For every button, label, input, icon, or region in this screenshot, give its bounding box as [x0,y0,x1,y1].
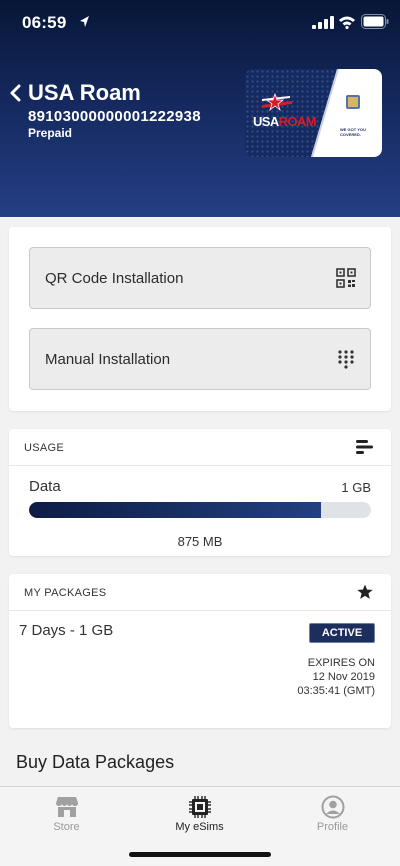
qr-install-label: QR Code Installation [45,270,184,287]
card-logo-usa: USA [253,114,279,129]
usa-roam-logo-icon [262,93,292,112]
usage-chart-icon[interactable] [356,439,374,455]
package-status-badge: ACTIVE [309,623,375,643]
esim-plan-type: Prepaid [28,126,73,140]
battery-icon [361,14,389,29]
usage-progress-fill [29,502,322,518]
usage-title: USAGE [24,442,65,454]
usage-total: 1 GB [341,480,371,495]
tab-profile-label: Profile [316,821,349,833]
usage-progress-bar [29,502,371,518]
status-time: 06:59 [22,13,67,32]
status-bar: 06:59 [0,0,400,46]
tab-store[interactable]: Store [0,787,133,837]
installation-panel: QR Code Installation Manual Installation [9,227,391,411]
profile-icon [321,795,345,819]
manual-installation-button[interactable]: Manual Installation [29,328,371,390]
card-logo-text: USAROAM [253,114,317,129]
usage-panel-header: USAGE [9,429,391,466]
usage-data-label: Data [29,478,61,495]
buy-data-packages-title: Buy Data Packages [16,752,175,772]
esim-header: 06:59 USA Roam 89103000000001222938 Prep… [0,0,400,217]
chip-icon [189,796,211,818]
package-expires-time: 03:35:41 (GMT) [297,685,375,697]
package-name: 7 Days - 1 GB [19,622,114,639]
package-expires-date: 12 Nov 2019 [312,671,375,683]
usage-panel: USAGE Data 1 GB 875 MB [9,429,391,556]
tab-store-label: Store [53,821,80,833]
manual-install-label: Manual Installation [45,351,171,368]
sim-chip-icon [346,95,360,109]
store-icon [56,797,78,817]
esim-card-image: USAROAM WE GOT YOU COVERED. [245,69,382,157]
home-indicator [129,852,271,857]
package-expiry: EXPIRES ON 12 Nov 2019 03:35:41 (GMT) [297,656,375,698]
back-chevron-icon[interactable] [9,84,23,102]
packages-title: MY PACKAGES [24,587,107,599]
card-white-panel [311,69,382,157]
location-arrow-icon [80,16,89,27]
package-expires-label: EXPIRES ON [307,657,375,669]
usage-used-amount: 875 MB [177,534,223,549]
wifi-icon [339,16,355,29]
packages-panel: MY PACKAGES 7 Days - 1 GB ACTIVE EXPIRES… [9,574,391,728]
tab-profile[interactable]: Profile [266,787,399,837]
keypad-icon [338,350,354,369]
tab-my-esims-label: My eSims [175,821,224,833]
packages-panel-header: MY PACKAGES [9,574,391,611]
qr-code-installation-button[interactable]: QR Code Installation [29,247,371,309]
tab-my-esims[interactable]: My eSims [133,787,266,837]
star-icon[interactable] [356,584,374,600]
signal-icon [312,16,334,29]
qr-code-icon [336,268,356,288]
card-logo-roam: ROAM [278,114,317,129]
card-tagline: WE GOT YOU COVERED. [340,127,366,137]
esim-name: USA Roam [28,80,141,105]
esim-iccid: 89103000000001222938 [28,108,201,125]
